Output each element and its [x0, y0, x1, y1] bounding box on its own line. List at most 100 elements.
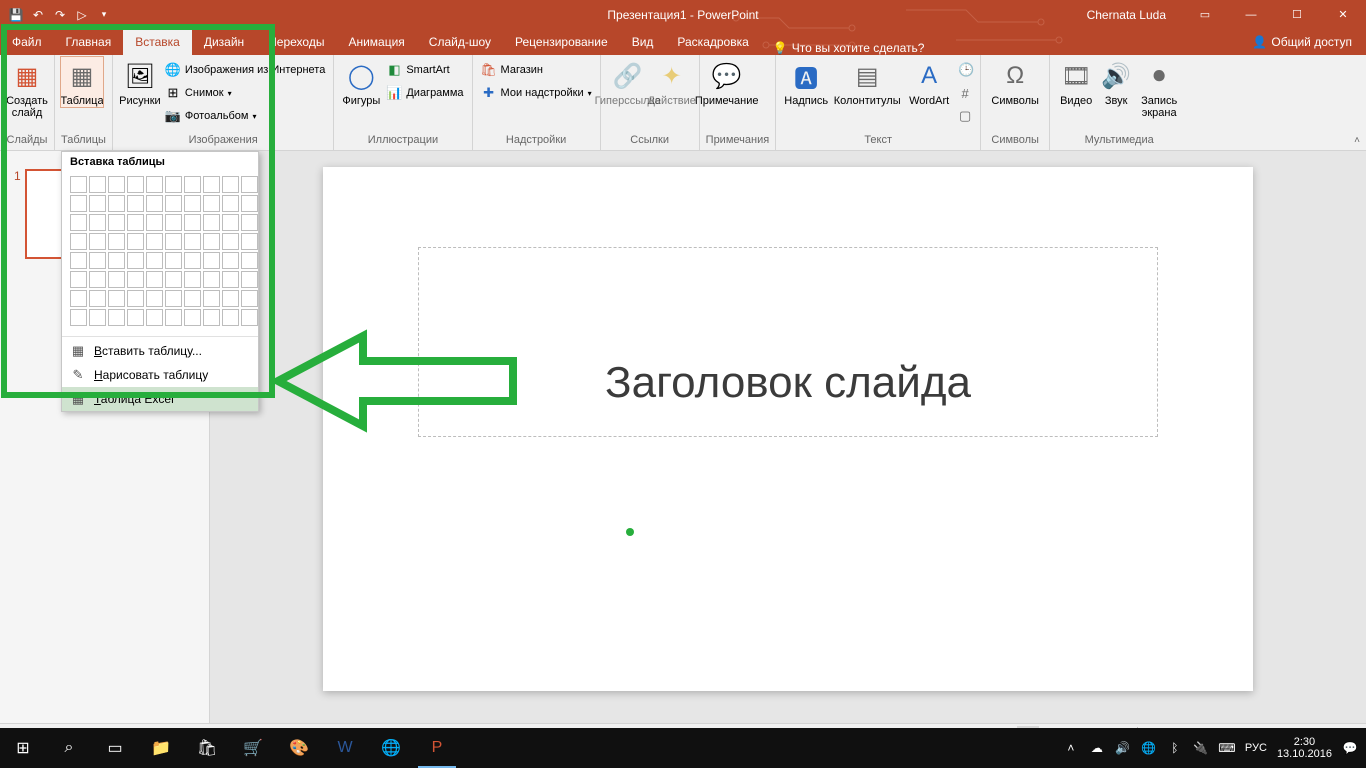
tray-chevron-icon[interactable]: ˄	[1063, 740, 1079, 756]
table-grid-cell[interactable]	[108, 252, 125, 269]
table-grid-cell[interactable]	[241, 252, 258, 269]
table-grid-cell[interactable]	[241, 176, 258, 193]
table-grid-cell[interactable]	[184, 214, 201, 231]
search-icon[interactable]: ⌕	[46, 728, 92, 768]
table-grid-cell[interactable]	[127, 214, 144, 231]
object-button[interactable]: ▢	[956, 105, 974, 127]
excel-spreadsheet-menu-item[interactable]: ▦ Таблица Excel	[62, 387, 258, 411]
tab-insert[interactable]: Вставка	[123, 29, 192, 55]
table-grid-cell[interactable]	[127, 271, 144, 288]
table-grid-cell[interactable]	[108, 214, 125, 231]
table-grid-cell[interactable]	[146, 195, 163, 212]
table-grid-cell[interactable]	[203, 233, 220, 250]
tell-me-search[interactable]: 💡 Что вы хотите сделать?	[761, 41, 937, 55]
table-grid-cell[interactable]	[108, 233, 125, 250]
table-grid-cell[interactable]	[89, 214, 106, 231]
title-placeholder[interactable]: Заголовок слайда	[418, 247, 1158, 437]
slide-editing-area[interactable]: Заголовок слайда	[210, 151, 1366, 723]
undo-icon[interactable]: ↶	[30, 7, 46, 23]
table-grid-cell[interactable]	[146, 271, 163, 288]
table-grid-cell[interactable]	[70, 309, 87, 326]
table-grid-cell[interactable]	[165, 271, 182, 288]
windows-store-icon[interactable]: 🛒	[230, 728, 276, 768]
chart-button[interactable]: 📊Диаграмма	[384, 82, 465, 104]
table-grid-cell[interactable]	[89, 290, 106, 307]
insert-table-menu-item[interactable]: ▦ Вставить таблицу...	[62, 339, 258, 363]
table-grid-cell[interactable]	[89, 195, 106, 212]
table-grid-cell[interactable]	[184, 252, 201, 269]
table-grid-cell[interactable]	[89, 233, 106, 250]
table-grid-cell[interactable]	[108, 271, 125, 288]
table-grid-cell[interactable]	[165, 252, 182, 269]
comment-button[interactable]: 💬 Примечание	[706, 57, 748, 107]
paint-icon[interactable]: 🎨	[276, 728, 322, 768]
store-taskbar-icon[interactable]: 🛍	[184, 728, 230, 768]
pictures-button[interactable]: 🖼 Рисунки	[119, 57, 161, 107]
table-grid-cell[interactable]	[89, 271, 106, 288]
table-grid-cell[interactable]	[222, 271, 239, 288]
close-button[interactable]: ✕	[1320, 0, 1366, 29]
word-taskbar-icon[interactable]: W	[322, 728, 368, 768]
minimize-button[interactable]: —	[1228, 0, 1274, 29]
header-footer-button[interactable]: ▤ Колонтитулы	[832, 57, 902, 107]
action-center-icon[interactable]: 💬	[1342, 740, 1358, 756]
tab-transitions[interactable]: Переходы	[256, 29, 336, 55]
table-grid-cell[interactable]	[70, 195, 87, 212]
tab-animations[interactable]: Анимация	[336, 29, 416, 55]
file-explorer-icon[interactable]: 📁	[138, 728, 184, 768]
wordart-button[interactable]: A WordArt	[904, 57, 954, 107]
tab-file[interactable]: Файл	[0, 29, 54, 55]
table-grid-cell[interactable]	[184, 309, 201, 326]
table-grid-cell[interactable]	[165, 176, 182, 193]
table-grid-cell[interactable]	[184, 271, 201, 288]
table-grid-cell[interactable]	[222, 309, 239, 326]
action-button[interactable]: ✦ Действие	[651, 57, 693, 107]
table-grid-cell[interactable]	[146, 176, 163, 193]
smartart-button[interactable]: ◧SmartArt	[384, 59, 465, 81]
screen-recording-button[interactable]: ⏺ Запись экрана	[1136, 57, 1182, 119]
table-grid-cell[interactable]	[146, 214, 163, 231]
table-grid-cell[interactable]	[165, 214, 182, 231]
table-grid-cell[interactable]	[222, 290, 239, 307]
table-grid-cell[interactable]	[70, 271, 87, 288]
table-grid-cell[interactable]	[222, 195, 239, 212]
table-grid-cell[interactable]	[127, 290, 144, 307]
table-grid-cell[interactable]	[222, 176, 239, 193]
online-pictures-button[interactable]: 🌐Изображения из Интернета	[163, 59, 327, 81]
table-size-grid[interactable]	[62, 172, 258, 334]
table-grid-cell[interactable]	[241, 214, 258, 231]
table-grid-cell[interactable]	[165, 195, 182, 212]
ribbon-display-options-icon[interactable]: ▭	[1182, 0, 1228, 29]
keyboard-tray-icon[interactable]: ⌨	[1219, 740, 1235, 756]
table-grid-cell[interactable]	[165, 290, 182, 307]
table-grid-cell[interactable]	[184, 195, 201, 212]
table-grid-cell[interactable]	[108, 195, 125, 212]
symbols-button[interactable]: Ω Символы	[987, 57, 1043, 107]
table-grid-cell[interactable]	[203, 309, 220, 326]
table-grid-cell[interactable]	[184, 290, 201, 307]
table-grid-cell[interactable]	[127, 252, 144, 269]
chrome-taskbar-icon[interactable]: 🌐	[368, 728, 414, 768]
hyperlink-button[interactable]: 🔗 Гиперссылка	[607, 57, 649, 107]
task-view-icon[interactable]: ▭	[92, 728, 138, 768]
table-grid-cell[interactable]	[146, 290, 163, 307]
table-grid-cell[interactable]	[127, 195, 144, 212]
tab-review[interactable]: Рецензирование	[503, 29, 620, 55]
maximize-button[interactable]: ☐	[1274, 0, 1320, 29]
volume-tray-icon[interactable]: 🔊	[1115, 740, 1131, 756]
draw-table-menu-item[interactable]: ✎ Нарисовать таблицу	[62, 363, 258, 387]
table-grid-cell[interactable]	[241, 309, 258, 326]
date-time-button[interactable]: 🕒	[956, 59, 974, 81]
tab-storyboarding[interactable]: Раскадровка	[665, 29, 760, 55]
tab-slideshow[interactable]: Слайд-шоу	[417, 29, 503, 55]
table-grid-cell[interactable]	[146, 252, 163, 269]
table-grid-cell[interactable]	[222, 252, 239, 269]
network-tray-icon[interactable]: 🌐	[1141, 740, 1157, 756]
table-grid-cell[interactable]	[70, 233, 87, 250]
collapse-ribbon-icon[interactable]: ˄	[1354, 135, 1360, 146]
share-button[interactable]: 👤 Общий доступ	[1238, 29, 1366, 55]
store-button[interactable]: 🛍Магазин	[479, 59, 594, 81]
my-addins-button[interactable]: ✚Мои надстройки▾	[479, 82, 594, 104]
new-slide-button[interactable]: ▦ Создать слайд	[6, 57, 48, 119]
table-grid-cell[interactable]	[70, 214, 87, 231]
